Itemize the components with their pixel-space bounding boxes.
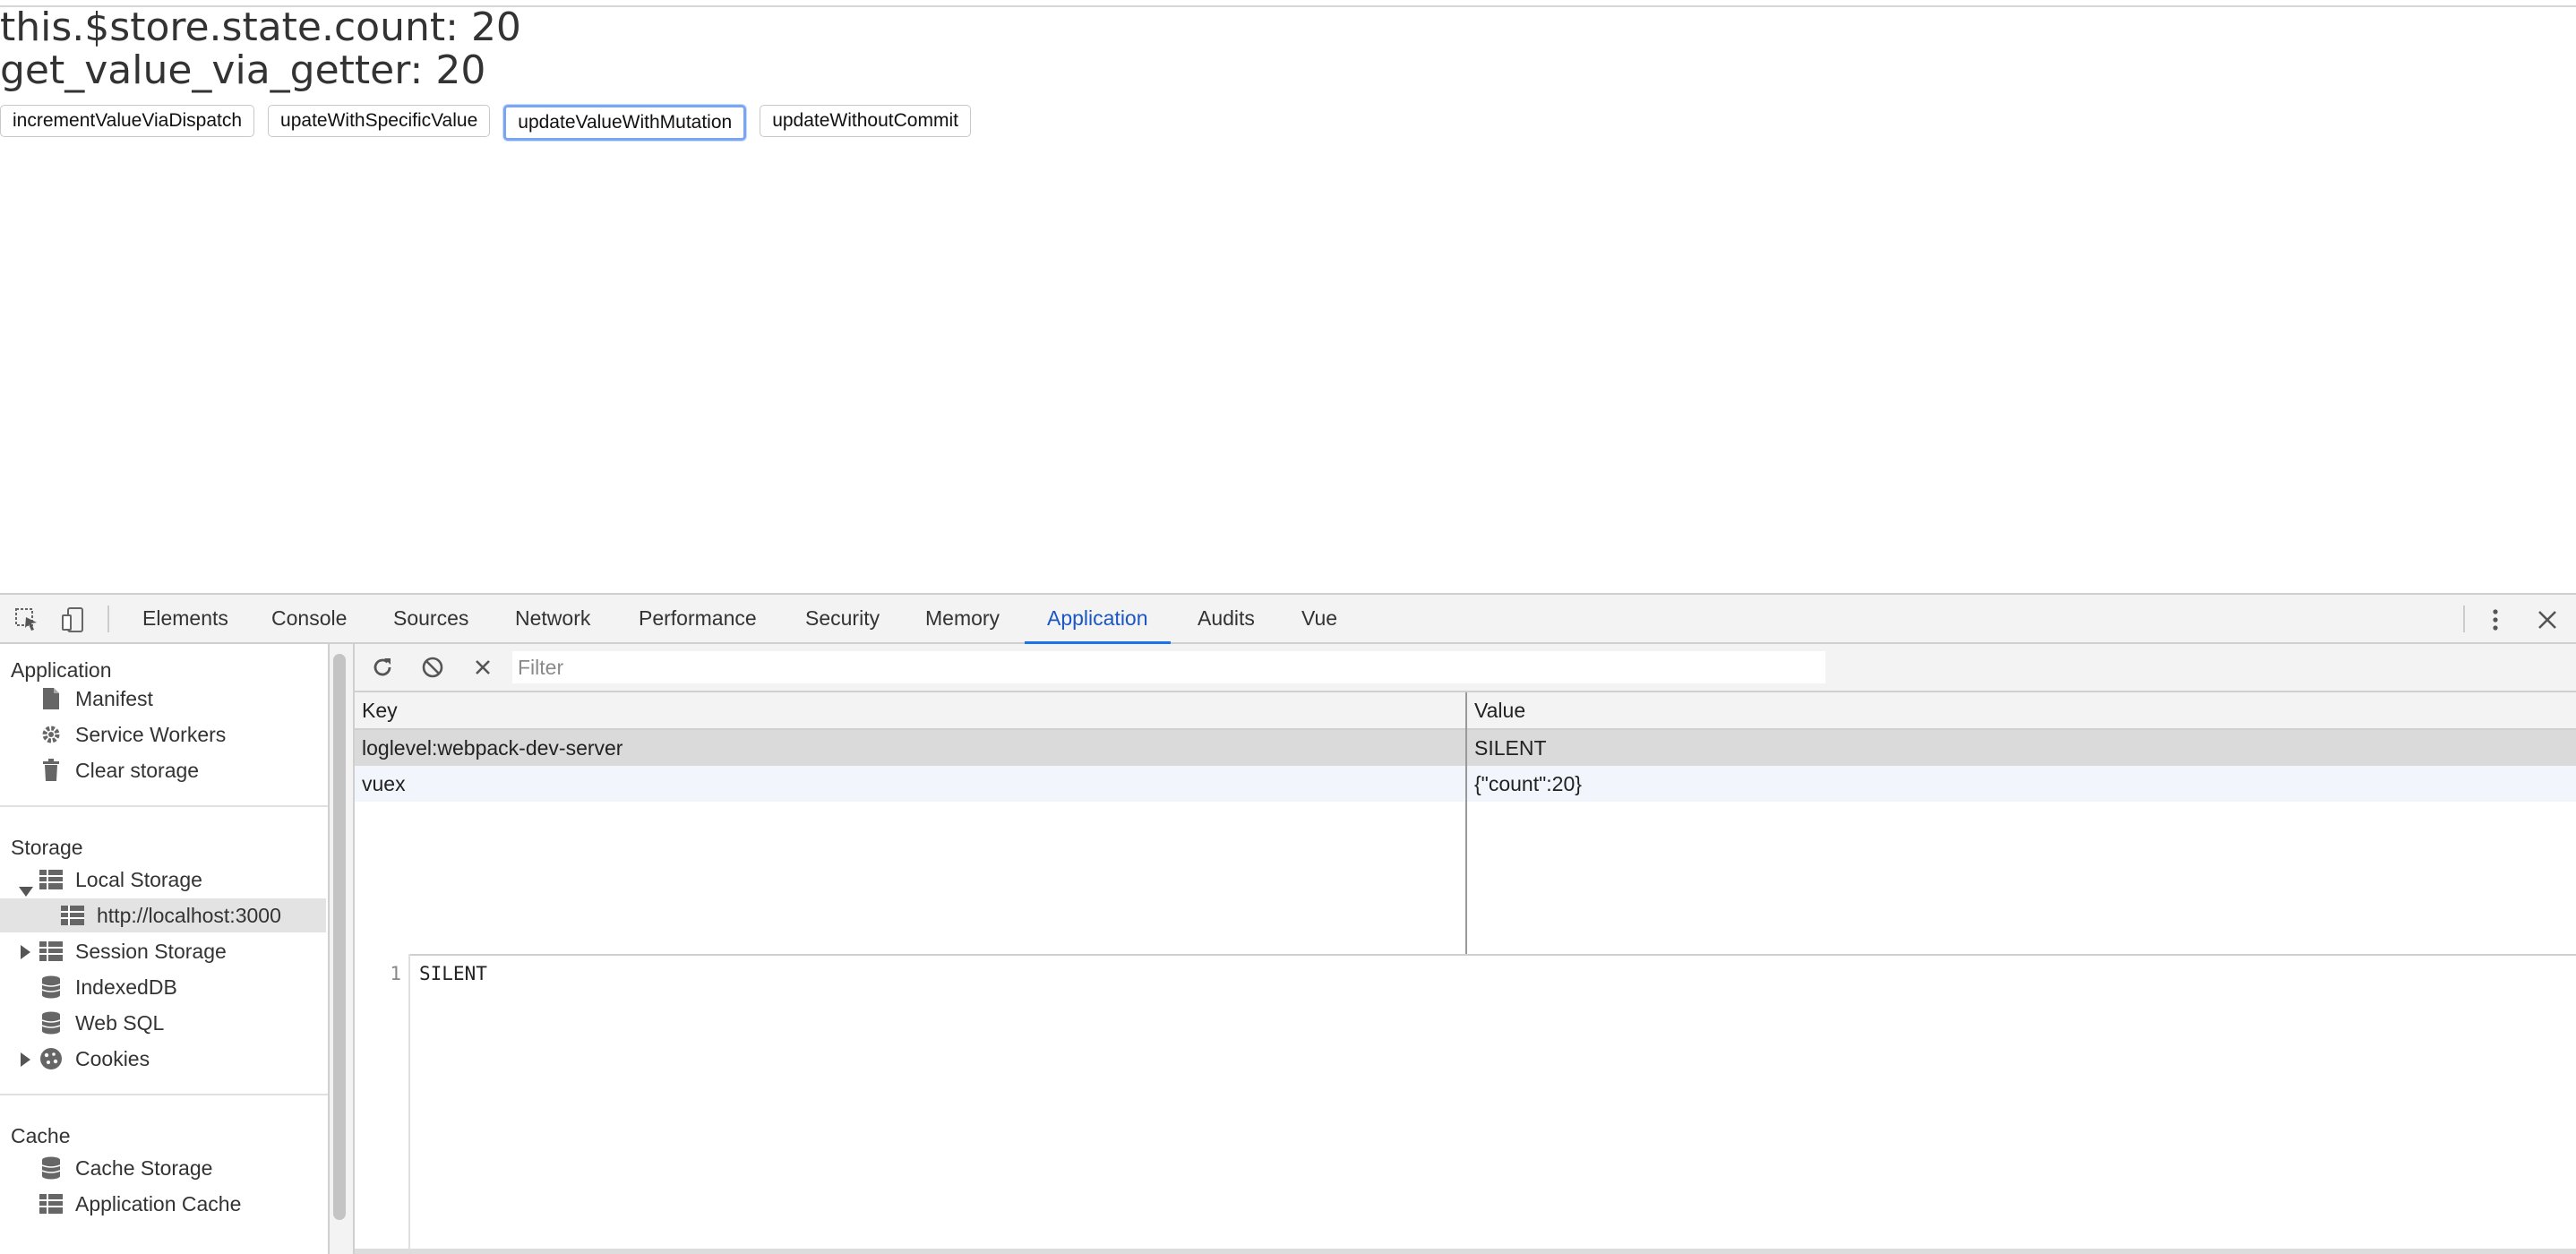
column-header-value[interactable]: Value	[1474, 692, 1525, 728]
tab-security[interactable]: Security	[803, 595, 882, 642]
clear-all-icon[interactable]	[417, 652, 448, 683]
document-icon	[39, 687, 63, 710]
table-icon	[39, 940, 63, 963]
sidebar-item-label: Local Storage	[75, 868, 202, 891]
tab-sources[interactable]: Sources	[391, 595, 471, 642]
sidebar-item-cookies[interactable]: Cookies	[39, 1042, 150, 1076]
sidebar-item-label: Manifest	[75, 687, 153, 710]
cookie-icon	[39, 1047, 63, 1070]
storage-section-header: Storage	[11, 836, 83, 859]
sidebar-scrollbar-thumb[interactable]	[333, 654, 346, 1220]
line-number-gutter: 1	[355, 954, 410, 1254]
sidebar-item-label: Cookies	[75, 1047, 150, 1070]
sidebar-item-label: Application Cache	[75, 1192, 242, 1215]
row-value: {"count":20}	[1474, 772, 1582, 795]
expand-arrow-icon[interactable]	[19, 887, 33, 897]
close-devtools-icon[interactable]	[2531, 604, 2563, 636]
inspect-element-icon[interactable]	[11, 604, 43, 636]
sidebar-item-label: Cache Storage	[75, 1156, 213, 1180]
sidebar-item-label: IndexedDB	[75, 975, 177, 999]
table-icon	[39, 868, 63, 891]
tab-application[interactable]: Application	[1025, 595, 1170, 644]
trash-icon	[39, 759, 63, 782]
application-section-header: Application	[11, 658, 112, 682]
tab-audits[interactable]: Audits	[1195, 595, 1258, 642]
preview-scrollbar[interactable]	[355, 1249, 2576, 1254]
toolbar-divider	[107, 606, 109, 632]
tab-console[interactable]: Console	[269, 595, 349, 642]
column-header-key[interactable]: Key	[362, 692, 398, 728]
sidebar-item-label: Session Storage	[75, 940, 227, 963]
tab-network[interactable]: Network	[512, 595, 593, 642]
row-key: loglevel:webpack-dev-server	[362, 736, 623, 760]
update-with-mutation-button[interactable]: updateValueWithMutation	[503, 105, 747, 141]
device-toolbar-icon[interactable]	[57, 604, 90, 636]
sidebar-item-label: Web SQL	[75, 1011, 165, 1035]
column-divider[interactable]	[1465, 692, 1467, 954]
sidebar-item-localhost-origin[interactable]: http://localhost:3000	[0, 898, 326, 932]
filter-input[interactable]	[512, 651, 1825, 683]
preview-content: SILENT	[419, 963, 487, 984]
more-options-icon[interactable]	[2479, 604, 2512, 636]
tab-performance[interactable]: Performance	[636, 595, 760, 642]
delete-selected-icon[interactable]	[468, 652, 498, 683]
tab-memory[interactable]: Memory	[923, 595, 1002, 642]
action-buttons: incrementValueViaDispatch upateWithSpeci…	[0, 105, 971, 141]
database-icon	[39, 1156, 63, 1180]
row-key: vuex	[362, 772, 406, 795]
sidebar-item-label: Service Workers	[75, 723, 227, 746]
sidebar-item-label: Clear storage	[75, 759, 200, 782]
getter-readout: get_value_via_getter: 20	[0, 47, 486, 93]
devtools-tab-bar: Elements Console Sources Network Perform…	[0, 595, 2576, 644]
update-with-specific-value-button[interactable]: upateWithSpecificValue	[268, 105, 491, 137]
increment-via-dispatch-button[interactable]: incrementValueViaDispatch	[0, 105, 255, 137]
update-without-commit-button[interactable]: updateWithoutCommit	[760, 105, 971, 137]
application-sidebar: Application Manifest Service Workers Cle…	[0, 644, 330, 1254]
gear-icon	[39, 723, 63, 746]
state-count-readout: this.$store.state.count: 20	[0, 4, 521, 50]
sidebar-item-manifest[interactable]: Manifest	[39, 682, 153, 716]
sidebar-divider	[0, 805, 328, 807]
toolbar-divider-right	[2463, 606, 2465, 632]
cache-section-header: Cache	[11, 1124, 71, 1147]
collapse-arrow-icon[interactable]	[21, 945, 30, 959]
storage-view: Key Value loglevel:webpack-dev-server SI…	[355, 644, 2576, 1254]
database-icon	[39, 1011, 63, 1035]
sidebar-item-cache-storage[interactable]: Cache Storage	[39, 1151, 212, 1185]
collapse-arrow-icon[interactable]	[21, 1052, 30, 1067]
database-icon	[39, 975, 63, 999]
tab-vue[interactable]: Vue	[1299, 595, 1340, 642]
sidebar-item-session-storage[interactable]: Session Storage	[39, 934, 227, 968]
sidebar-item-indexeddb[interactable]: IndexedDB	[39, 970, 177, 1004]
sidebar-item-local-storage[interactable]: Local Storage	[39, 863, 202, 897]
tab-elements[interactable]: Elements	[140, 595, 231, 642]
line-number: 1	[390, 963, 401, 984]
table-icon	[61, 904, 84, 927]
sidebar-item-application-cache[interactable]: Application Cache	[39, 1187, 241, 1221]
row-value: SILENT	[1474, 736, 1547, 760]
refresh-icon[interactable]	[367, 652, 398, 683]
sidebar-divider	[0, 1094, 328, 1095]
table-icon	[39, 1192, 63, 1215]
devtools-panel: Elements Console Sources Network Perform…	[0, 593, 2576, 1254]
value-preview-pane: 1 SILENT	[355, 954, 2576, 1254]
storage-table: Key Value loglevel:webpack-dev-server SI…	[355, 692, 2576, 956]
storage-toolbar	[355, 644, 2576, 692]
sidebar-item-web-sql[interactable]: Web SQL	[39, 1006, 164, 1040]
sidebar-item-clear-storage[interactable]: Clear storage	[39, 753, 199, 787]
sidebar-item-service-workers[interactable]: Service Workers	[39, 717, 226, 752]
sidebar-item-label: http://localhost:3000	[97, 904, 281, 927]
